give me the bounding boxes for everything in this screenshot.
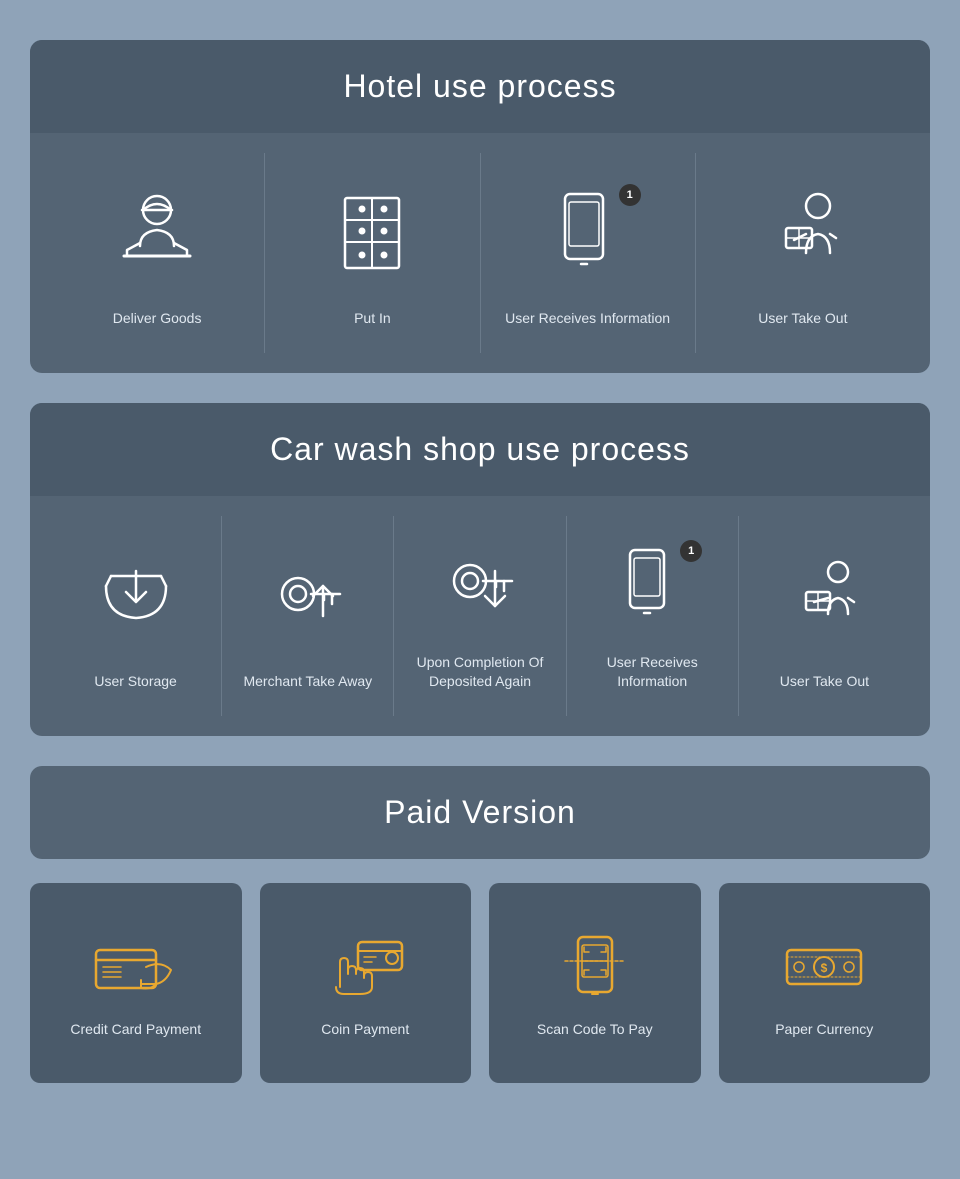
carwash-take-out-icon [749,536,900,656]
hotel-item-deliver-goods-label: Deliver Goods [113,309,202,329]
merchant-take-away-icon [232,536,383,656]
carwash-item-receives-info: 1 User Receives Information [567,516,739,716]
hotel-item-take-out: User Take Out [696,153,910,353]
hotel-item-receives-info: 1 User Receives Information [481,153,696,353]
hotel-icon-grid: Deliver Goods [30,133,930,373]
payment-scan-label: Scan Code To Pay [537,1020,653,1040]
carwash-item-storage: User Storage [50,516,222,716]
receives-info-icon: 1 [491,173,685,293]
hotel-item-take-out-label: User Take Out [758,309,847,329]
carwash-item-merchant-label: Merchant Take Away [243,672,372,692]
deliver-goods-icon [60,173,254,293]
paid-title: Paid Version [50,794,910,831]
paper-currency-icon: $ [779,932,869,1002]
scan-icon [550,932,640,1002]
payment-coin-label: Coin Payment [321,1020,409,1040]
payment-credit-card-label: Credit Card Payment [70,1020,201,1040]
carwash-item-deposited: Upon Completion Of Deposited Again [394,516,566,716]
carwash-receives-info-icon: 1 [577,536,728,637]
hotel-item-receives-info-label: User Receives Information [505,309,670,329]
paid-section: Paid Version Credit Card Payment [30,766,930,1083]
user-storage-icon [60,536,211,656]
paid-header: Paid Version [30,766,930,859]
coin-icon [320,932,410,1002]
hotel-section: Hotel use process Delive [30,40,930,373]
payment-coin: Coin Payment [260,883,472,1083]
hotel-header: Hotel use process [30,40,930,133]
hotel-item-put-in-label: Put In [354,309,391,329]
payment-paper-currency: $ Paper Currency [719,883,931,1083]
carwash-item-receives-info-label: User Receives Information [577,653,728,692]
payment-scan: Scan Code To Pay [489,883,701,1083]
carwash-icon-grid: User Storage Merchant Take Away [30,496,930,736]
carwash-item-take-out: User Take Out [739,516,910,716]
put-in-icon [275,173,469,293]
deposited-again-icon [404,536,555,637]
credit-card-icon [91,932,181,1002]
carwash-item-storage-label: User Storage [94,672,176,692]
payment-grid: Credit Card Payment [30,883,930,1083]
payment-credit-card: Credit Card Payment [30,883,242,1083]
take-out-icon [706,173,900,293]
carwash-item-take-out-label: User Take Out [780,672,869,692]
carwash-item-deposited-label: Upon Completion Of Deposited Again [404,653,555,692]
hotel-item-put-in: Put In [265,153,480,353]
hotel-title: Hotel use process [50,68,910,105]
carwash-item-merchant: Merchant Take Away [222,516,394,716]
hotel-item-deliver-goods: Deliver Goods [50,153,265,353]
payment-paper-currency-label: Paper Currency [775,1020,873,1040]
carwash-section: Car wash shop use process User Storage [30,403,930,736]
svg-text:$: $ [821,961,828,975]
carwash-title: Car wash shop use process [50,431,910,468]
carwash-header: Car wash shop use process [30,403,930,496]
